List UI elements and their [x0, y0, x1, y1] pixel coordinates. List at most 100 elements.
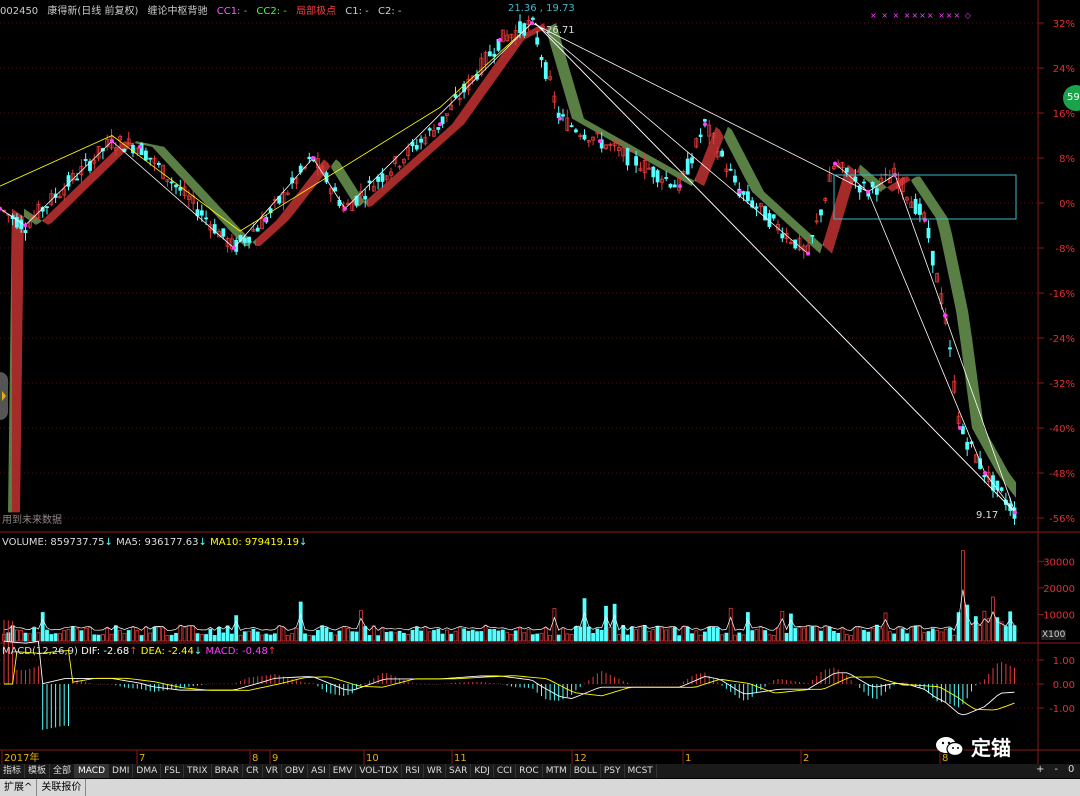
- indicator-tab-brar[interactable]: BRAR: [212, 764, 244, 778]
- ma-band-segment: [16, 211, 20, 513]
- candle-body: [574, 129, 578, 133]
- volume-bar: [410, 629, 415, 642]
- indicator-tab-mcst[interactable]: MCST: [625, 764, 657, 778]
- indicator-tab-psy[interactable]: PSY: [601, 764, 625, 778]
- indicator-tab-asi[interactable]: ASI: [308, 764, 330, 778]
- indicator-tab-vol-tdx[interactable]: VOL-TDX: [356, 764, 403, 778]
- indicator-tab-指标[interactable]: 指标: [0, 764, 26, 778]
- volume-bar: [883, 612, 888, 642]
- volume-bar: [36, 632, 41, 642]
- indicator-tab-roc[interactable]: ROC: [516, 764, 543, 778]
- ma-band-segment: [200, 185, 204, 203]
- expand-tab[interactable]: 扩展^: [0, 779, 38, 796]
- ma-band-segment: [312, 169, 316, 191]
- volume-bar: [685, 626, 690, 642]
- ma-band-segment: [732, 130, 736, 161]
- date-label: 9: [272, 753, 278, 764]
- ma-band-segment: [348, 175, 352, 201]
- ma-band-segment: [288, 200, 292, 221]
- downtrend-line: [534, 22, 1016, 513]
- candle-body: [561, 114, 565, 117]
- date-label: 8: [252, 753, 258, 764]
- volume-bar: [875, 624, 879, 642]
- ma-band-segment: [580, 104, 584, 126]
- indicator-tab-dmi[interactable]: DMI: [109, 764, 134, 778]
- indicator-tab-sar[interactable]: SAR: [446, 764, 472, 778]
- volume-bar: [930, 628, 935, 642]
- volume-bar: [556, 634, 561, 642]
- candle-body: [672, 184, 677, 188]
- indicator-tab-macd[interactable]: MACD: [75, 764, 110, 778]
- volume-bar: [384, 632, 389, 642]
- indicator-tab-cci[interactable]: CCI: [494, 764, 517, 778]
- volume-bar: [113, 625, 118, 642]
- candle-body: [492, 53, 497, 57]
- pivot-marker: [110, 139, 114, 144]
- indicator-tab-全部[interactable]: 全部: [50, 764, 76, 778]
- zoom-out-button[interactable]: -: [1054, 764, 1058, 778]
- volume-bar: [952, 634, 957, 642]
- indicator-tab-wr[interactable]: WR: [424, 764, 447, 778]
- candle-body: [810, 235, 815, 237]
- ma-band-segment: [144, 142, 148, 146]
- volume-bar: [32, 627, 36, 642]
- volume-bar: [337, 630, 342, 642]
- ma-band-segment: [164, 146, 168, 164]
- indicator-tab-mtm[interactable]: MTM: [543, 764, 571, 778]
- ma-band-segment: [760, 184, 764, 203]
- indicator-tab-obv[interactable]: OBV: [282, 764, 309, 778]
- volume-bar: [939, 631, 944, 642]
- zoom-in-button[interactable]: +: [1036, 764, 1044, 778]
- panel-collapse-handle[interactable]: [0, 372, 8, 420]
- indicator-tab-boll[interactable]: BOLL: [571, 764, 601, 778]
- indicator-tab-fsl[interactable]: FSL: [161, 764, 184, 778]
- ma-band-segment: [340, 162, 344, 189]
- volume-bar: [617, 634, 621, 642]
- ma-band-segment: [152, 144, 156, 152]
- candle-body: [307, 156, 312, 160]
- ma-band-segment: [568, 63, 572, 119]
- volume-bar: [763, 630, 767, 642]
- ma-band-segment: [428, 142, 432, 157]
- indicator-tab-dma[interactable]: DMA: [133, 764, 162, 778]
- volume-bar: [268, 634, 273, 642]
- indicator-tab-模板[interactable]: 模板: [25, 764, 51, 778]
- volume-bar: [892, 633, 896, 642]
- indicator-tab-rsi[interactable]: RSI: [402, 764, 424, 778]
- volume-bar: [290, 633, 295, 642]
- volume-bar: [49, 634, 54, 642]
- ma-band-segment: [484, 73, 488, 97]
- ma-band-segment: [76, 183, 80, 200]
- indicator-tab-trix[interactable]: TRIX: [184, 764, 212, 778]
- pivot-marker: [438, 122, 442, 127]
- candle-body: [543, 62, 548, 79]
- volume-bar: [948, 627, 952, 642]
- indicator-tab-emv[interactable]: EMV: [330, 764, 357, 778]
- volume-bar: [221, 632, 226, 642]
- volume-bar: [427, 631, 432, 642]
- ma-band-segment: [72, 187, 76, 204]
- volume-bar: [174, 632, 178, 642]
- ma-band-segment: [80, 179, 84, 196]
- candle-body: [685, 158, 690, 175]
- volume-bar: [496, 630, 501, 642]
- volume-bar: [440, 633, 445, 642]
- volume-bar: [801, 627, 806, 642]
- volume-bar: [629, 626, 634, 642]
- reset-button[interactable]: 0: [1068, 764, 1074, 778]
- volume-bar: [462, 628, 467, 642]
- volume-bar: [354, 631, 359, 642]
- volume-bar: [178, 624, 183, 642]
- ma-band-segment: [804, 228, 808, 243]
- candle-body: [518, 21, 522, 34]
- volume-bar: [862, 629, 866, 642]
- related-quote-tab[interactable]: 关联报价: [37, 779, 87, 796]
- indicator-tab-vr[interactable]: VR: [263, 764, 283, 778]
- indicator-tab-cr[interactable]: CR: [243, 764, 263, 778]
- volume-bar: [750, 630, 755, 642]
- volume-bar: [509, 634, 514, 642]
- volume-bar: [943, 628, 948, 642]
- ma-band-segment: [276, 216, 280, 232]
- indicator-tab-kdj[interactable]: KDJ: [471, 764, 494, 778]
- volume-bar: [900, 628, 905, 642]
